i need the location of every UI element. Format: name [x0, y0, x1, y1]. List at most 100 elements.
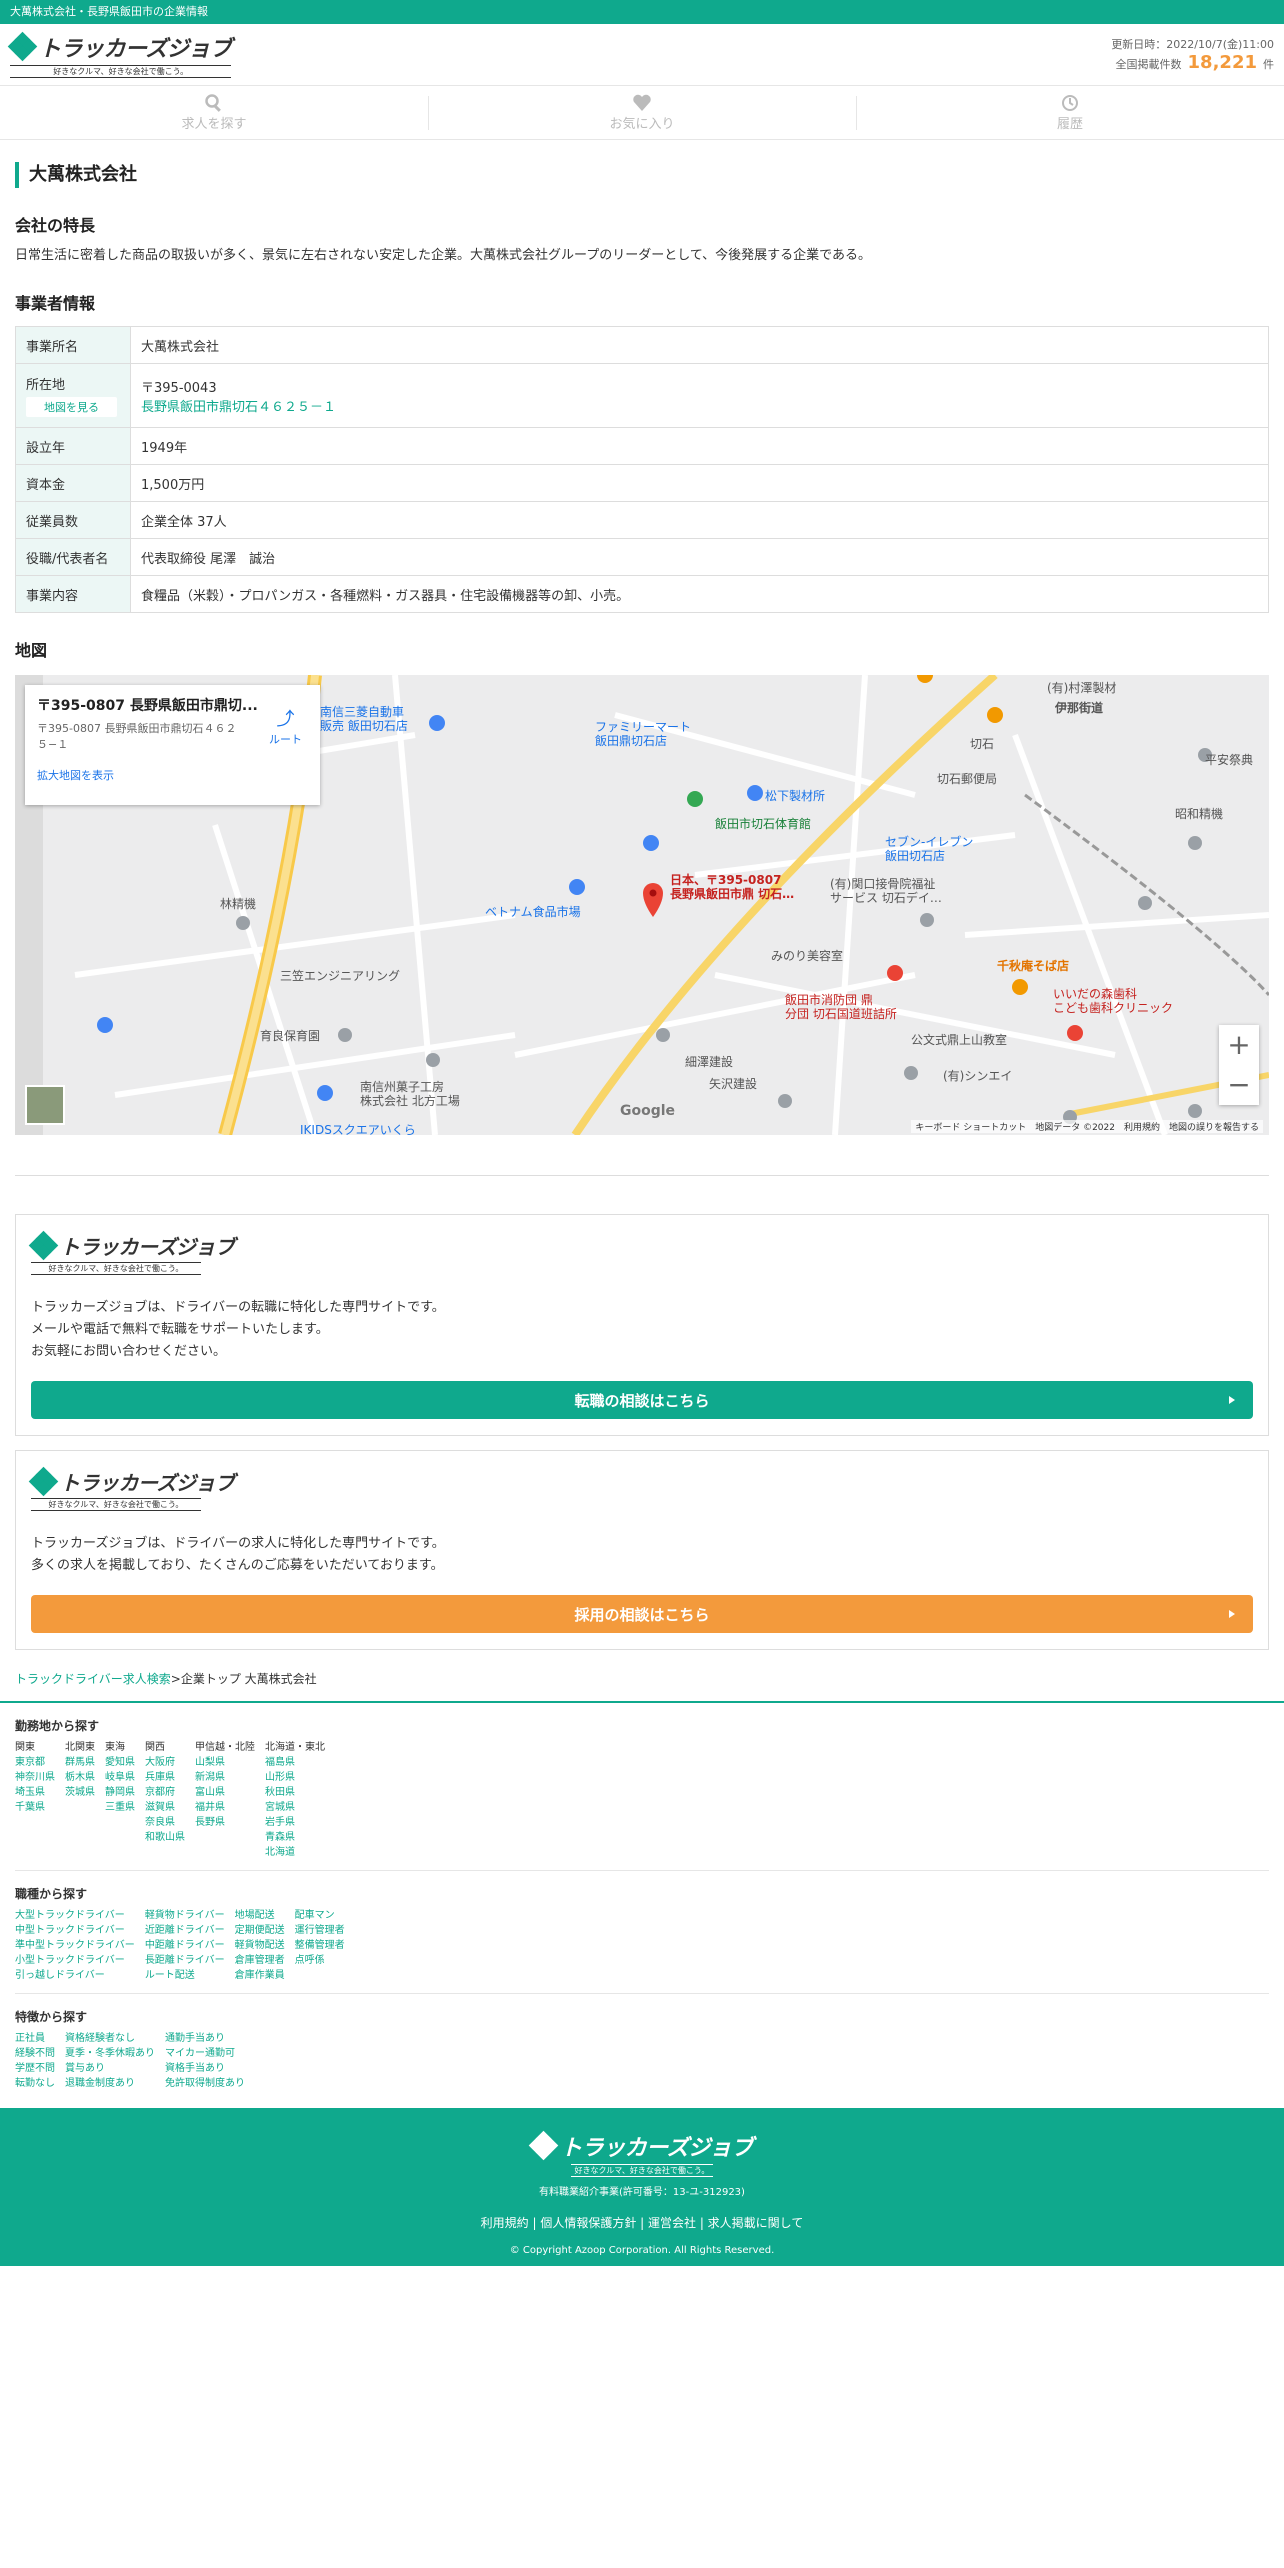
- cta-logo-tagline: 好きなクルマ、好きな会社で働こう。: [31, 1262, 201, 1275]
- footer-links[interactable]: 利用規約 | 個人情報保護方針 | 運営会社 | 求人掲載に関して: [0, 2214, 1284, 2231]
- logo-text: トラッカーズジョブ: [39, 37, 232, 62]
- footer-search-link[interactable]: 点呼係: [295, 1953, 345, 1968]
- enlarge-map-link[interactable]: 拡大地図を表示: [37, 767, 308, 783]
- business-value: 食糧品（米穀）・プロパンガス・各種燃料・ガス器具・住宅設備機器等の卸、小売。: [130, 575, 1269, 613]
- footer-search-link[interactable]: 大阪府: [145, 1755, 185, 1770]
- footer-search-link[interactable]: 三重県: [105, 1800, 135, 1815]
- satellite-toggle[interactable]: [25, 1085, 65, 1125]
- zoom-in-button[interactable]: +: [1219, 1025, 1259, 1065]
- google-map[interactable]: 日本、〒395-0807 長野県飯田市鼎 切石… ファミリーマート 飯田鼎切石店 南…: [15, 675, 1269, 1135]
- footer-search-link[interactable]: 軽貨物配送: [235, 1938, 285, 1953]
- footer-search-link[interactable]: 準中型トラックドライバー: [15, 1938, 135, 1953]
- nav-favorite[interactable]: お気に入り: [428, 86, 856, 139]
- office-value: 大萬株式会社: [130, 326, 1269, 364]
- table-row: 事業所名 大萬株式会社: [15, 326, 1269, 364]
- footer-search-link[interactable]: 資格経験者なし: [65, 2031, 155, 2046]
- recruit-consult-button[interactable]: 採用の相談はこちら: [31, 1595, 1253, 1633]
- footer-search-link[interactable]: 千葉県: [15, 1800, 55, 1815]
- map-place: 育良保育園: [260, 1029, 321, 1043]
- breadcrumb-separator: >: [170, 1672, 181, 1686]
- footer-search-link[interactable]: 倉庫管理者: [235, 1953, 285, 1968]
- link-column: 北関東 群馬県 栃木県 茨城県: [65, 1740, 95, 1860]
- footer-search-link[interactable]: 通勤手当あり: [165, 2031, 245, 2046]
- nav-search[interactable]: 求人を探す: [0, 86, 428, 139]
- footer-logo[interactable]: トラッカーズジョブ 好きなクルマ、好きな会社で働こう。: [529, 2130, 753, 2177]
- career-consult-button[interactable]: 転職の相談はこちら: [31, 1381, 1253, 1419]
- nav-history[interactable]: 履歴: [856, 86, 1284, 139]
- footer-search-link[interactable]: 資格手当あり: [165, 2061, 245, 2076]
- map-info-window: 〒395-0807 長野県飯田市鼎切... 〒395-0807 長野県飯田市鼎切…: [25, 685, 320, 805]
- footer-search-link[interactable]: 大型トラックドライバー: [15, 1908, 135, 1923]
- zoom-out-button[interactable]: −: [1219, 1065, 1259, 1105]
- footer-search-link[interactable]: 小型トラックドライバー: [15, 1953, 135, 1968]
- footer-search-link[interactable]: 京都府: [145, 1785, 185, 1800]
- footer-search-link[interactable]: 富山県: [195, 1785, 255, 1800]
- site-header: トラッカーズジョブ 好きなクルマ、好きな会社で働こう。 更新日時：2022/10…: [0, 24, 1284, 86]
- footer-search-link[interactable]: 運行管理者: [295, 1923, 345, 1938]
- footer-search-link[interactable]: 倉庫作業員: [235, 1968, 285, 1983]
- footer-search-link[interactable]: 茨城県: [65, 1785, 95, 1800]
- map-place: 販売 飯田切石店: [320, 719, 408, 733]
- footer-search-link[interactable]: 宮城県: [265, 1800, 325, 1815]
- footer-search-link[interactable]: 引っ越しドライバー: [15, 1968, 135, 1983]
- link-column: 東海 愛知県 岐阜県 静岡県 三重県: [105, 1740, 135, 1860]
- map-attribution[interactable]: キーボード ショートカット 地図データ ©2022 利用規約 地図の誤りを報告す…: [911, 1120, 1263, 1133]
- directions-icon: ⤴: [276, 709, 295, 730]
- footer-search-link[interactable]: 滋賀県: [145, 1800, 185, 1815]
- footer-search-link[interactable]: 愛知県: [105, 1755, 135, 1770]
- employees-value: 企業全体 37人: [130, 501, 1269, 539]
- address-link[interactable]: 長野県飯田市鼎切石４６２５－１: [141, 400, 336, 415]
- footer-search-link[interactable]: ルート配送: [145, 1968, 225, 1983]
- site-logo[interactable]: トラッカーズジョブ 好きなクルマ、好きな会社で働こう。: [7, 31, 232, 78]
- footer-search-link[interactable]: 岩手県: [265, 1815, 325, 1830]
- map-info-title: 〒395-0807 長野県飯田市鼎切...: [37, 698, 258, 714]
- map-place: いいだの森歯科: [1053, 987, 1138, 1001]
- footer-search-link[interactable]: 秋田県: [265, 1785, 325, 1800]
- footer-search-link[interactable]: 経験不問: [15, 2046, 55, 2061]
- map-place: 千秋庵そば店: [997, 959, 1070, 973]
- link-column: 関西 大阪府 兵庫県 京都府 滋賀県 奈良県 和歌山県: [145, 1740, 185, 1860]
- footer-search-link[interactable]: 福井県: [195, 1800, 255, 1815]
- footer-search-link[interactable]: 栃木県: [65, 1770, 95, 1785]
- footer-search-link[interactable]: 山梨県: [195, 1755, 255, 1770]
- footer-search-link[interactable]: 兵庫県: [145, 1770, 185, 1785]
- footer-search-link[interactable]: 夏季・冬季休暇あり: [65, 2046, 155, 2061]
- footer-search-link[interactable]: 近距離ドライバー: [145, 1923, 225, 1938]
- license-number: 有料職業紹介事業(許可番号：13-ユ-312923): [539, 2187, 745, 2198]
- route-button[interactable]: ⤴ ルート: [269, 705, 302, 747]
- footer-search-link[interactable]: マイカー通勤可: [165, 2046, 245, 2061]
- breadcrumb-home-link[interactable]: トラックドライバー求人検索: [15, 1672, 171, 1686]
- footer-search-link[interactable]: 正社員: [15, 2031, 55, 2046]
- footer-search-link[interactable]: 転勤なし: [15, 2076, 55, 2091]
- footer-search-link[interactable]: 北海道: [265, 1845, 325, 1860]
- footer-search-link[interactable]: 長野県: [195, 1815, 255, 1830]
- footer-search-link[interactable]: 群馬県: [65, 1755, 95, 1770]
- footer-search-link[interactable]: 山形県: [265, 1770, 325, 1785]
- footer-search-link[interactable]: 奈良県: [145, 1815, 185, 1830]
- feature-search-heading: 特徴から探す: [15, 2010, 88, 2024]
- footer-search-link[interactable]: 長距離ドライバー: [145, 1953, 225, 1968]
- footer-search-link[interactable]: 定期便配送: [235, 1923, 285, 1938]
- footer-search-link[interactable]: 新潟県: [195, 1770, 255, 1785]
- footer-search-link[interactable]: 退職金制度あり: [65, 2076, 155, 2091]
- footer-search-link[interactable]: 青森県: [265, 1830, 325, 1845]
- link-column: 甲信越・北陸 山梨県 新潟県 富山県 福井県 長野県: [195, 1740, 255, 1860]
- footer-search-link[interactable]: 配車マン: [295, 1908, 345, 1923]
- view-map-button[interactable]: 地図を見る: [26, 397, 117, 417]
- footer-search-link[interactable]: 中距離ドライバー: [145, 1938, 225, 1953]
- footer-search-link[interactable]: 埼玉県: [15, 1785, 55, 1800]
- footer-search-link[interactable]: 賞与あり: [65, 2061, 155, 2076]
- footer-search-link[interactable]: 軽貨物ドライバー: [145, 1908, 225, 1923]
- footer-search-link[interactable]: 和歌山県: [145, 1830, 185, 1845]
- footer-search-link[interactable]: 福島県: [265, 1755, 325, 1770]
- footer-search-link[interactable]: 中型トラックドライバー: [15, 1923, 135, 1938]
- footer-search-link[interactable]: 岐阜県: [105, 1770, 135, 1785]
- footer-search-link[interactable]: 地場配送: [235, 1908, 285, 1923]
- footer-search-link[interactable]: 東京都: [15, 1755, 55, 1770]
- footer-search-link[interactable]: 整備管理者: [295, 1938, 345, 1953]
- footer-search-link[interactable]: 学歴不問: [15, 2061, 55, 2076]
- map-place: (有)関口接骨院福祉: [830, 877, 936, 891]
- footer-search-link[interactable]: 神奈川県: [15, 1770, 55, 1785]
- footer-search-link[interactable]: 静岡県: [105, 1785, 135, 1800]
- footer-search-link[interactable]: 免許取得制度あり: [165, 2076, 245, 2091]
